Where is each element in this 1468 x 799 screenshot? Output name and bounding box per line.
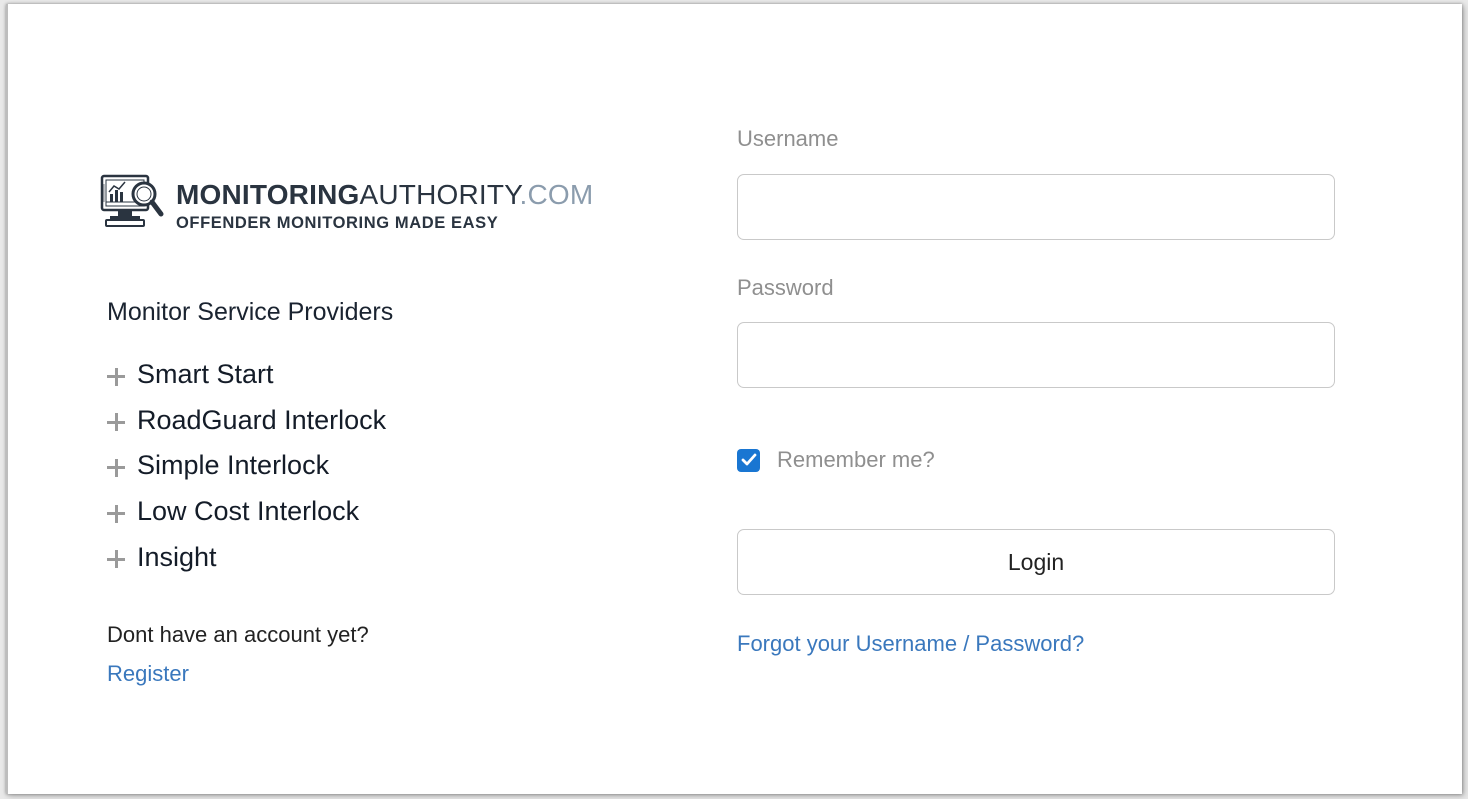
monitor-magnifier-icon	[100, 174, 164, 227]
provider-item-simple-interlock[interactable]: Simple Interlock	[107, 443, 386, 489]
provider-item-insight[interactable]: Insight	[107, 534, 386, 580]
plus-icon	[107, 413, 125, 432]
password-label: Password	[737, 275, 834, 300]
login-button[interactable]: Login	[737, 529, 1335, 595]
remember-me-checkbox[interactable]	[737, 448, 760, 472]
checkmark-icon	[741, 453, 756, 466]
provider-label: RoadGuard Interlock	[137, 404, 387, 435]
plus-icon	[107, 458, 125, 477]
remember-me-label: Remember me?	[777, 447, 935, 472]
provider-item-roadguard-interlock[interactable]: RoadGuard Interlock	[107, 398, 386, 444]
provider-item-smart-start[interactable]: Smart Start	[107, 352, 386, 398]
brand-tagline: OFFENDER MONITORING MADE EASY	[176, 214, 499, 232]
provider-item-low-cost-interlock[interactable]: Low Cost Interlock	[107, 489, 386, 535]
plus-icon	[107, 550, 125, 569]
provider-label: Low Cost Interlock	[137, 496, 360, 527]
brand-name: MONITORINGAUTHORITY.COM	[176, 179, 594, 210]
providers-heading: Monitor Service Providers	[107, 298, 394, 326]
provider-label: Insight	[137, 541, 217, 572]
provider-list: Smart Start RoadGuard Interlock Simple I…	[107, 352, 386, 580]
provider-label: Simple Interlock	[137, 450, 330, 481]
login-page: MONITORINGAUTHORITY.COM OFFENDER MONITOR…	[6, 4, 1462, 794]
plus-icon	[107, 504, 125, 523]
username-label: Username	[737, 126, 839, 151]
no-account-prompt: Dont have an account yet?	[107, 622, 369, 647]
remember-me-toggle[interactable]: Remember me?	[737, 447, 935, 473]
password-input[interactable]	[737, 322, 1335, 388]
provider-label: Smart Start	[137, 359, 274, 390]
register-link[interactable]: Register	[107, 661, 189, 687]
username-input[interactable]	[737, 174, 1335, 240]
forgot-credentials-link[interactable]: Forgot your Username / Password?	[737, 631, 1084, 657]
plus-icon	[107, 367, 125, 386]
brand-logo: MONITORINGAUTHORITY.COM OFFENDER MONITOR…	[100, 172, 660, 236]
